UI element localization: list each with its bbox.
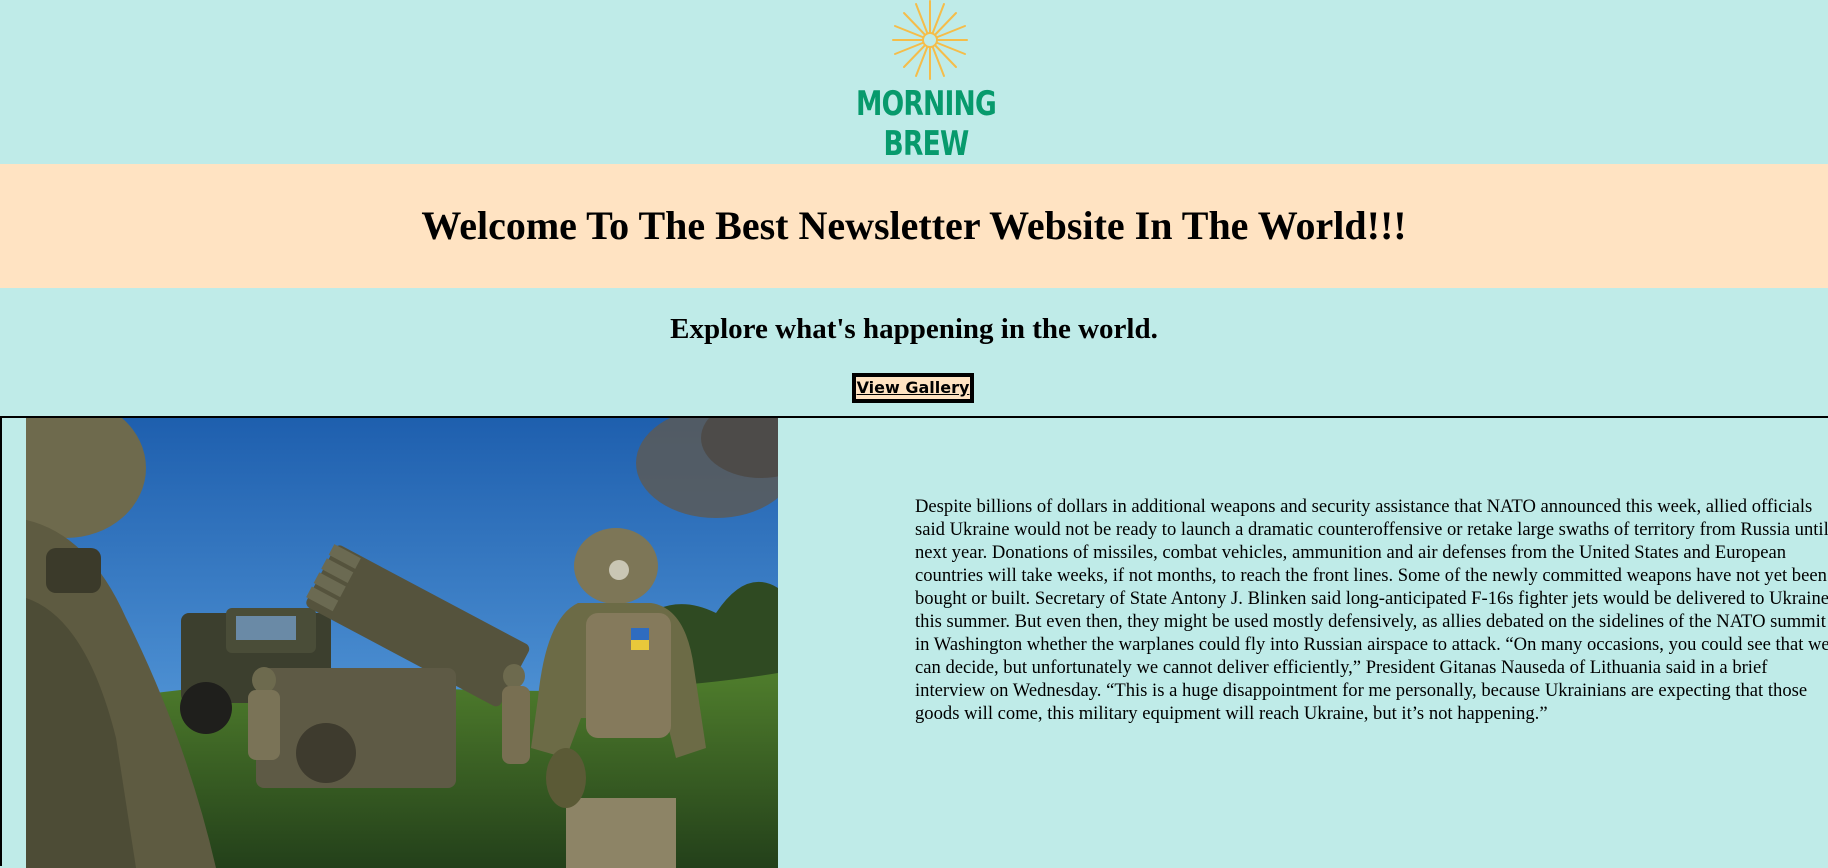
view-gallery-button[interactable]: View Gallery: [852, 373, 974, 403]
welcome-banner: Welcome To The Best Newsletter Website I…: [0, 164, 1828, 288]
brand-name: MORNING BREW: [856, 84, 997, 164]
brand-logo[interactable]: MORNING BREW: [826, 0, 1026, 164]
article-photo: [26, 418, 778, 868]
site-header: MORNING BREW: [0, 0, 1828, 164]
sun-icon: [892, 0, 968, 80]
soldiers-rocket-launcher-photo: [26, 418, 778, 868]
page-title: Welcome To The Best Newsletter Website I…: [421, 203, 1407, 248]
article-section: Despite billions of dollars in additiona…: [0, 416, 1828, 868]
page-subtitle: Explore what's happening in the world.: [670, 313, 1158, 345]
article-body: Despite billions of dollars in additiona…: [915, 496, 1828, 724]
